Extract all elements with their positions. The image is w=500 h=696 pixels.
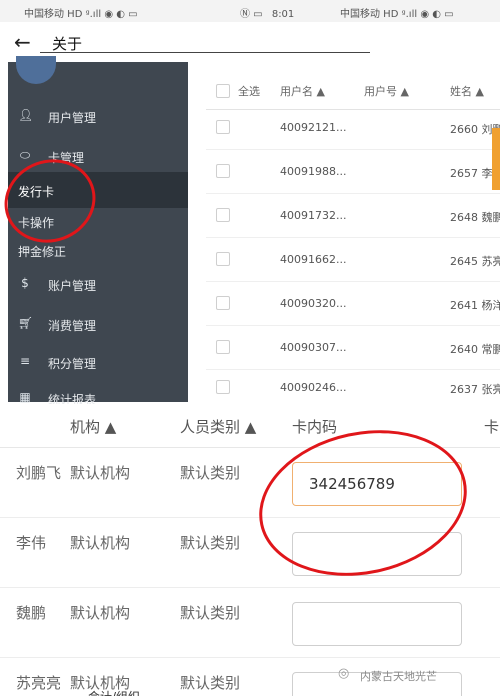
user-icon: 👤︎ xyxy=(18,108,34,122)
header-user-number[interactable]: 用户号 ▲ xyxy=(364,83,409,99)
status-left: 中国移动 HD ᵍ.ıll ◉ ◐ ▭ xyxy=(24,9,138,20)
cell-username: 40090320... xyxy=(280,297,347,310)
table-row[interactable]: 40090246... 2637 张亮 xyxy=(206,366,500,400)
table-row[interactable]: 40090320... 2641 杨洋 xyxy=(206,282,500,326)
cell-name: 2637 张亮 xyxy=(450,383,500,396)
select-all-checkbox[interactable] xyxy=(216,84,230,98)
cell-category: 默认类别 xyxy=(180,464,241,482)
sidebar-item-label: 积分管理 xyxy=(48,357,97,371)
scroll-indicator xyxy=(492,128,500,190)
row-checkbox[interactable] xyxy=(216,120,230,134)
cell-name: 刘鹏飞 xyxy=(16,464,62,482)
cell-username: 40091732... xyxy=(280,209,347,222)
table-row[interactable]: 40090307... 2640 常鹏 xyxy=(206,326,500,370)
cell-username: 40090246... xyxy=(280,381,347,394)
cell-name: 2640 常鹏 xyxy=(450,343,500,356)
header-card: 卡 xyxy=(484,418,500,436)
nfc-icon: Ⓝ ▭ xyxy=(240,9,263,20)
header-name[interactable]: 姓名 ▲ xyxy=(450,83,484,99)
sidebar-item-points-management[interactable]: ≡ 积分管理 xyxy=(8,344,188,380)
row-checkbox[interactable] xyxy=(216,208,230,222)
select-all-label: 全选 xyxy=(238,85,260,98)
cell-username: 40092121... xyxy=(280,121,347,134)
sidebar-item-user-management[interactable]: 👤︎ 用户管理 xyxy=(8,98,188,134)
cart-icon: 🛒︎ xyxy=(18,316,34,330)
wechat-icon: ◎ xyxy=(338,666,350,681)
cell-org: 默认机构 xyxy=(70,534,131,552)
card-icon: ⬭ xyxy=(19,148,31,162)
cell-name: 2641 杨洋 xyxy=(450,299,500,312)
table-row: 魏鹏 默认机构 默认类别 xyxy=(0,588,500,658)
avatar xyxy=(16,56,56,84)
status-right: 中国移动 HD ᵍ.ıll ◉ ◐ ▭ xyxy=(340,9,454,20)
table-row[interactable]: 40091988... 2657 李伟 xyxy=(206,150,500,194)
dollar-icon: $ xyxy=(21,276,29,290)
cell-username: 40090307... xyxy=(280,341,347,354)
row-checkbox[interactable] xyxy=(216,296,230,310)
sidebar-item-label: 消费管理 xyxy=(48,319,97,333)
user-table: 全选 用户名 ▲ 用户号 ▲ 姓名 ▲ 40092121... 2660 刘鹏 … xyxy=(206,70,500,400)
app-header: ← 关于 xyxy=(0,22,500,62)
sidebar-item-consumption-management[interactable]: 🛒︎ 消费管理 xyxy=(8,306,188,342)
cell-category: 默认类别 xyxy=(180,604,241,622)
cell-org: 默认机构 xyxy=(70,604,131,622)
row-checkbox[interactable] xyxy=(216,164,230,178)
cell-name: 魏鹏 xyxy=(16,604,47,622)
header-divider xyxy=(40,52,370,53)
cutoff-text: 会计/组织 xyxy=(88,688,140,696)
cell-category: 默认类别 xyxy=(180,674,241,692)
row-checkbox[interactable] xyxy=(216,252,230,266)
table-row[interactable]: 40091732... 2648 魏鹏 xyxy=(206,194,500,238)
card-code-input[interactable] xyxy=(292,602,462,646)
sidebar-item-label: 账户管理 xyxy=(48,279,97,293)
watermark: 内蒙古天地光芒 xyxy=(360,670,437,683)
sidebar-item-label: 押金修正 xyxy=(18,245,67,259)
sidebar-item-label: 用户管理 xyxy=(48,111,97,125)
status-time-group: Ⓝ ▭ 8:01 xyxy=(240,5,294,20)
row-checkbox[interactable] xyxy=(216,380,230,394)
cell-category: 默认类别 xyxy=(180,534,241,552)
back-arrow-icon[interactable]: ← xyxy=(14,30,31,54)
cell-name: 苏亮亮 xyxy=(16,674,62,692)
table-header: 全选 用户名 ▲ 用户号 ▲ 姓名 ▲ xyxy=(206,70,500,110)
header-org[interactable]: 机构 ▲ xyxy=(70,416,116,437)
status-bar: 中国移动 HD ᵍ.ıll ◉ ◐ ▭ Ⓝ ▭ 8:01 中国移动 HD ᵍ.ı… xyxy=(0,0,500,22)
header-card-code: 卡内码 xyxy=(292,418,338,436)
table-row[interactable]: 40092121... 2660 刘鹏 xyxy=(206,106,500,150)
stack-icon: ≡ xyxy=(19,354,31,368)
cell-username: 40091662... xyxy=(280,253,347,266)
header-username[interactable]: 用户名 ▲ xyxy=(280,83,325,99)
cell-name: 李伟 xyxy=(16,534,47,552)
cell-name: 2645 苏亮 xyxy=(450,255,500,268)
sidebar-item-account-management[interactable]: $ 账户管理 xyxy=(8,266,188,302)
page-title: 关于 xyxy=(52,35,83,53)
header-category[interactable]: 人员类别 ▲ xyxy=(180,416,256,437)
report-icon: ▦ xyxy=(19,390,31,404)
status-time: 8:01 xyxy=(271,9,295,20)
table-row[interactable]: 40091662... 2645 苏亮 xyxy=(206,238,500,282)
cell-org: 默认机构 xyxy=(70,464,131,482)
row-checkbox[interactable] xyxy=(216,340,230,354)
cell-username: 40091988... xyxy=(280,165,347,178)
cell-name: 2648 魏鹏 xyxy=(450,211,500,224)
